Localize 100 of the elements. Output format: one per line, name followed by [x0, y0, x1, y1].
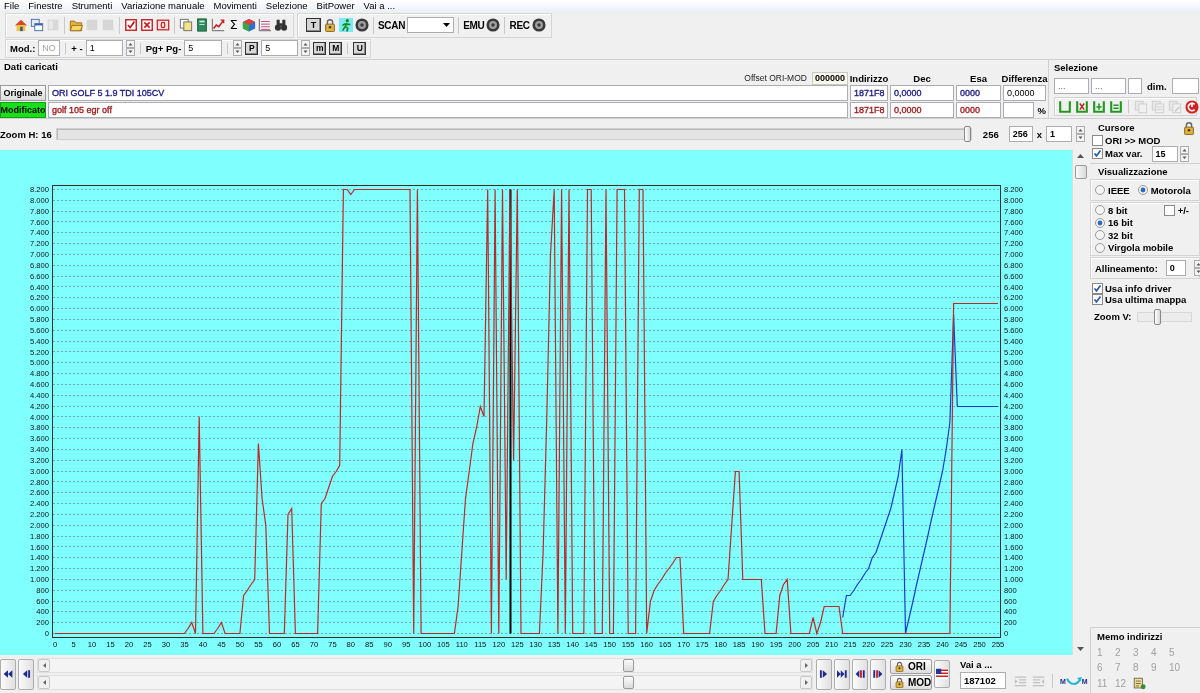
bracket-lines-icon[interactable] — [1109, 99, 1123, 114]
checkbox[interactable] — [1092, 283, 1103, 294]
checkbox[interactable] — [1092, 134, 1103, 146]
selection-start-field[interactable]: ... — [1054, 78, 1089, 94]
tool-button[interactable]: T — [306, 18, 321, 33]
dim-field[interactable] — [1171, 78, 1199, 94]
lock-icon[interactable] — [894, 676, 905, 688]
rewind-icon[interactable] — [3, 669, 13, 680]
check-document-icon[interactable] — [124, 18, 138, 33]
book-icon[interactable] — [195, 18, 209, 33]
checkbox[interactable] — [1092, 148, 1103, 159]
bar-back-icon[interactable] — [855, 669, 865, 680]
goto-field[interactable]: 187102 — [960, 672, 1006, 690]
disc-icon[interactable] — [486, 18, 501, 33]
scrollbar-thumb[interactable] — [623, 676, 634, 690]
line-chart-icon[interactable] — [258, 18, 272, 33]
radio-button[interactable] — [1137, 185, 1148, 195]
zoom-field[interactable]: 256 — [1008, 126, 1033, 143]
checkbox[interactable] — [1092, 294, 1103, 305]
radio-button[interactable] — [1095, 205, 1105, 216]
curved-arrow-icon[interactable] — [1065, 676, 1082, 686]
bar-back-button[interactable] — [852, 658, 868, 690]
menu-item[interactable]: BitPower — [312, 0, 360, 12]
step-back-button[interactable] — [18, 658, 34, 690]
left-arrow-icon[interactable] — [42, 680, 46, 686]
bracket-icon[interactable] — [1058, 99, 1072, 114]
radio-button[interactable] — [1095, 185, 1105, 195]
right-arrow-icon[interactable] — [804, 663, 808, 669]
caret-icon[interactable] — [443, 23, 451, 28]
tool-button[interactable]: U — [353, 41, 367, 55]
alignment-field[interactable]: 0 — [1165, 260, 1186, 276]
difference-field[interactable] — [1003, 102, 1034, 118]
home-icon[interactable] — [14, 18, 28, 33]
address-field[interactable]: 1871F8 — [850, 85, 888, 101]
cross-document-icon[interactable] — [140, 18, 154, 33]
left-arrow-icon[interactable] — [42, 663, 46, 669]
p-button[interactable]: P — [245, 41, 259, 55]
spinner-icon[interactable] — [1193, 260, 1200, 276]
scroll-up-icon[interactable] — [1077, 153, 1084, 158]
mod-button[interactable]: MOD — [890, 674, 932, 690]
binoculars-icon[interactable] — [274, 18, 288, 33]
skip-end-button[interactable] — [834, 658, 850, 690]
scroll-right-button[interactable] — [800, 659, 812, 673]
sum-button[interactable]: Σ — [227, 18, 240, 33]
menu-item[interactable]: Vai a ... — [359, 0, 401, 12]
lock-icon[interactable] — [323, 18, 337, 33]
scrollbar-track[interactable] — [37, 658, 813, 674]
file-name-field[interactable]: golf 105 egr off — [48, 102, 848, 118]
bracket-cross-icon[interactable] — [1075, 99, 1089, 114]
hex-field[interactable]: 0000 — [956, 102, 1001, 118]
checkbox[interactable] — [1163, 204, 1175, 216]
bar-forward-button[interactable] — [870, 658, 886, 690]
lock-icon[interactable] — [894, 660, 905, 672]
step-forward-button[interactable] — [816, 658, 832, 690]
runner-icon[interactable] — [339, 18, 353, 33]
address-field[interactable]: 1871F8 — [850, 102, 888, 118]
flag-icon[interactable] — [936, 668, 948, 681]
menu-item[interactable]: Variazione manuale — [117, 0, 210, 12]
menu-item[interactable]: Finestre — [24, 0, 68, 12]
menu-item[interactable]: File — [0, 0, 25, 12]
scroll-right-button[interactable] — [800, 676, 812, 690]
step-back-icon[interactable] — [21, 669, 31, 680]
slider-track[interactable] — [55, 128, 972, 141]
slider-thumb[interactable] — [1154, 308, 1162, 325]
copy-icon[interactable] — [179, 18, 193, 33]
chart-arrow-icon[interactable] — [211, 18, 225, 33]
lock-icon[interactable] — [1182, 120, 1196, 135]
max-var-field[interactable]: 15 — [1151, 145, 1178, 162]
input-field[interactable] — [1128, 78, 1142, 94]
scrollbar-thumb[interactable] — [1074, 164, 1087, 179]
flag-button[interactable] — [934, 660, 950, 689]
scroll-left-button[interactable] — [38, 659, 50, 673]
file-name-field[interactable]: ORI GOLF 5 1.9 TDI 105CV — [48, 85, 848, 101]
folder-icon[interactable] — [69, 18, 83, 33]
decimal-field[interactable]: 0,0000 — [890, 102, 954, 118]
scroll-down-icon[interactable] — [1077, 646, 1084, 651]
step-field[interactable]: 1 — [85, 40, 123, 57]
file-button[interactable]: Modificato — [0, 102, 46, 118]
cube-icon[interactable] — [242, 18, 256, 33]
menu-item[interactable]: Strumenti — [67, 0, 118, 12]
slider-track[interactable] — [1137, 311, 1192, 322]
file-button[interactable]: Originale — [0, 85, 46, 101]
difference-field[interactable]: 0,0000 — [1003, 85, 1046, 101]
right-arrow-icon[interactable] — [804, 680, 808, 686]
bar-forward-icon[interactable] — [873, 669, 883, 680]
scrollbar-track[interactable] — [37, 675, 813, 691]
radio-button[interactable] — [1095, 242, 1105, 253]
p-field[interactable]: 5 — [261, 40, 299, 57]
tool-button[interactable]: M — [329, 41, 343, 55]
notes-icon[interactable] — [1133, 677, 1146, 690]
tool-button[interactable]: m — [313, 41, 327, 55]
decimal-field[interactable]: 0,0000 — [890, 85, 954, 101]
power-icon[interactable] — [1185, 99, 1199, 114]
disc-icon[interactable] — [355, 18, 369, 33]
spinner-icon[interactable] — [233, 40, 243, 57]
frame-icon[interactable] — [156, 18, 170, 33]
spinner-icon[interactable] — [1076, 126, 1085, 143]
spinner-icon[interactable] — [1179, 145, 1189, 162]
scroll-left-button[interactable] — [38, 676, 50, 690]
radio-button[interactable] — [1095, 230, 1105, 241]
